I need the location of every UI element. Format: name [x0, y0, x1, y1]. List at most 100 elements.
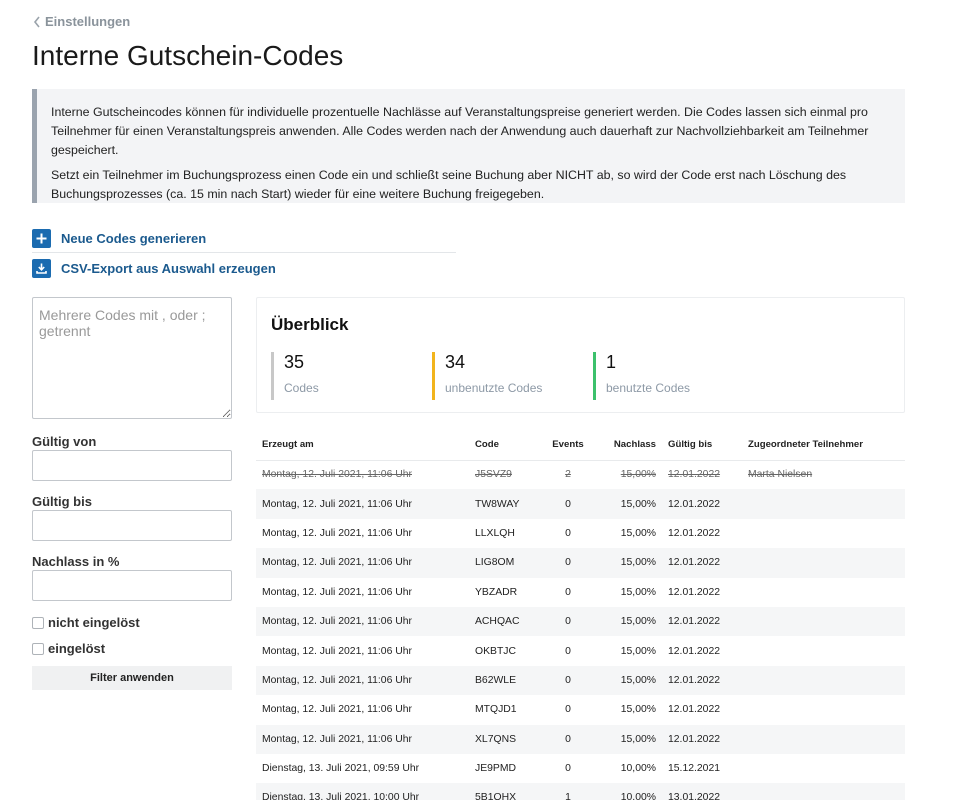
cell-created: Montag, 12. Juli 2021, 11:06 Uhr: [262, 527, 412, 539]
cell-discount: 15,00%: [620, 527, 656, 539]
table-row[interactable]: Montag, 12. Juli 2021, 11:06 Uhr TW8WAY 0 1…: [256, 489, 905, 519]
info-paragraph-1: Interne Gutscheincodes können für indivi…: [51, 105, 869, 157]
cell-participant: [742, 783, 905, 800]
table-row[interactable]: Montag, 12. Juli 2021, 11:06 Uhr J5SVZ9 2 1…: [256, 460, 905, 489]
cell-valid-to: 12.01.2022: [668, 469, 721, 481]
valid-to-label: Gültig bis: [32, 494, 92, 509]
table-row[interactable]: Montag, 12. Juli 2021, 11:06 Uhr XL7QNS 0 1…: [256, 724, 905, 754]
col-discount[interactable]: Nachlass: [591, 430, 662, 461]
cell-valid-to: 15.12.2021: [668, 763, 721, 775]
back-link-label: Einstellungen: [45, 14, 131, 29]
stat-unused: 34 unbenutzte Codes: [432, 352, 542, 400]
cell-code: OKBTJC: [475, 645, 516, 657]
cell-discount: 15,00%: [620, 733, 656, 745]
cell-code: TW8WAY: [475, 498, 520, 510]
cell-code: 5B1QHX: [475, 792, 517, 800]
discount-label: Nachlass in %: [32, 554, 120, 569]
cell-events: 0: [565, 527, 571, 539]
cell-valid-to: 12.01.2022: [668, 733, 721, 745]
cell-code: B62WLE: [475, 674, 517, 686]
cell-code: LLXLQH: [475, 527, 515, 539]
cell-events: 0: [565, 645, 571, 657]
cell-code: JE9PMD: [475, 763, 516, 775]
cell-valid-to: 12.01.2022: [668, 527, 721, 539]
table-header-row: Erzeugt am Code Events Nachlass Gültig b…: [256, 430, 905, 461]
cell-participant: [742, 519, 905, 548]
stat-value: 1: [606, 352, 617, 372]
cell-participant: [742, 578, 905, 607]
stat-value: 34: [445, 352, 466, 372]
cell-participant: Marta Nielsen: [748, 469, 813, 481]
cell-discount: 15,00%: [620, 704, 656, 716]
table-row[interactable]: Dienstag, 13. Juli 2021, 10:00 Uhr 5B1QHX…: [256, 783, 905, 800]
cell-events: 1: [565, 792, 571, 800]
cell-events: 2: [565, 469, 571, 481]
stat-label: unbenutzte Codes: [445, 381, 543, 395]
chevron-left-icon: [33, 16, 40, 27]
cell-participant: [742, 636, 905, 665]
table-row[interactable]: Montag, 12. Juli 2021, 11:06 Uhr LIG8OM 0 1…: [256, 548, 905, 578]
cell-participant: [742, 695, 905, 724]
col-valid-to[interactable]: Gültig bis: [662, 430, 742, 461]
back-link[interactable]: Einstellungen: [33, 14, 130, 29]
cell-events: 0: [565, 557, 571, 569]
cell-valid-to: 12.01.2022: [668, 645, 721, 657]
cell-events: 0: [565, 674, 571, 686]
cell-events: 0: [565, 616, 571, 628]
table-row[interactable]: Montag, 12. Juli 2021, 11:06 Uhr B62WLE 0 1…: [256, 665, 905, 696]
redeemed-checkbox[interactable]: eingelöst: [32, 641, 105, 656]
page-title: Interne Gutschein-Codes: [32, 40, 344, 71]
apply-filter-button[interactable]: Filter anwenden: [32, 666, 232, 690]
cell-code: J5SVZ9: [475, 469, 512, 481]
generate-codes-button[interactable]: Neue Codes generieren: [32, 228, 206, 248]
cell-code: ACHQAC: [475, 616, 520, 628]
codes-table: Erzeugt am Code Events Nachlass Gültig b…: [256, 430, 905, 800]
cell-participant: [742, 548, 905, 577]
overview-panel: Überblick 35 Codes 34 unbenutzte Codes 1…: [256, 297, 905, 413]
checkbox-box[interactable]: [32, 616, 44, 629]
codes-filter-input[interactable]: [32, 297, 232, 419]
cell-created: Montag, 12. Juli 2021, 11:06 Uhr: [262, 616, 412, 628]
col-participant[interactable]: Zugeordneter Teilnehmer: [742, 430, 905, 461]
action-divider: [32, 252, 456, 253]
table-row[interactable]: Montag, 12. Juli 2021, 11:06 Uhr OKBTJC 0 1…: [256, 636, 905, 665]
valid-to-input[interactable]: [32, 510, 232, 541]
info-box: Interne Gutscheincodes können für indivi…: [32, 89, 905, 203]
cell-code: MTQJD1: [475, 704, 517, 716]
valid-from-input[interactable]: [32, 450, 232, 481]
not-redeemed-checkbox[interactable]: nicht eingelöst: [32, 615, 140, 630]
cell-valid-to: 12.01.2022: [668, 586, 721, 598]
discount-input[interactable]: [32, 570, 232, 601]
col-created[interactable]: Erzeugt am: [256, 430, 469, 461]
table-row[interactable]: Montag, 12. Juli 2021, 11:06 Uhr LLXLQH 0 1…: [256, 519, 905, 548]
cell-events: 0: [565, 704, 571, 716]
cell-valid-to: 12.01.2022: [668, 498, 721, 510]
cell-valid-to: 12.01.2022: [668, 704, 721, 716]
cell-discount: 10,00%: [620, 792, 656, 800]
cell-events: 0: [565, 498, 571, 510]
plus-icon: [32, 228, 51, 248]
cell-events: 0: [565, 586, 571, 598]
cell-created: Montag, 12. Juli 2021, 11:06 Uhr: [262, 557, 412, 569]
col-events[interactable]: Events: [539, 430, 591, 461]
download-icon: [32, 258, 51, 278]
table-row[interactable]: Montag, 12. Juli 2021, 11:06 Uhr ACHQAC 0 1…: [256, 606, 905, 637]
col-code[interactable]: Code: [469, 430, 539, 461]
cell-discount: 15,00%: [620, 498, 656, 510]
cell-discount: 15,00%: [620, 616, 656, 628]
csv-export-label: CSV-Export aus Auswahl erzeugen: [61, 260, 276, 276]
info-paragraph-2: Setzt ein Teilnehmer im Buchungsprozess …: [51, 168, 847, 201]
cell-discount: 15,00%: [620, 586, 656, 598]
csv-export-button[interactable]: CSV-Export aus Auswahl erzeugen: [32, 258, 276, 278]
cell-created: Montag, 12. Juli 2021, 11:06 Uhr: [262, 498, 412, 510]
table-row[interactable]: Montag, 12. Juli 2021, 11:06 Uhr MTQJD1 0 1…: [256, 695, 905, 724]
cell-discount: 15,00%: [620, 469, 656, 481]
checkbox-box[interactable]: [32, 642, 44, 655]
generate-codes-label: Neue Codes generieren: [61, 230, 207, 246]
cell-code: XL7QNS: [475, 733, 517, 745]
cell-created: Dienstag, 13. Juli 2021, 10:00 Uhr: [262, 792, 420, 800]
table-row[interactable]: Montag, 12. Juli 2021, 11:06 Uhr YBZADR 0 1…: [256, 578, 905, 607]
cell-participant: [742, 754, 905, 783]
table-row[interactable]: Dienstag, 13. Juli 2021, 09:59 Uhr JE9PMD…: [256, 754, 905, 783]
cell-events: 0: [565, 763, 571, 775]
